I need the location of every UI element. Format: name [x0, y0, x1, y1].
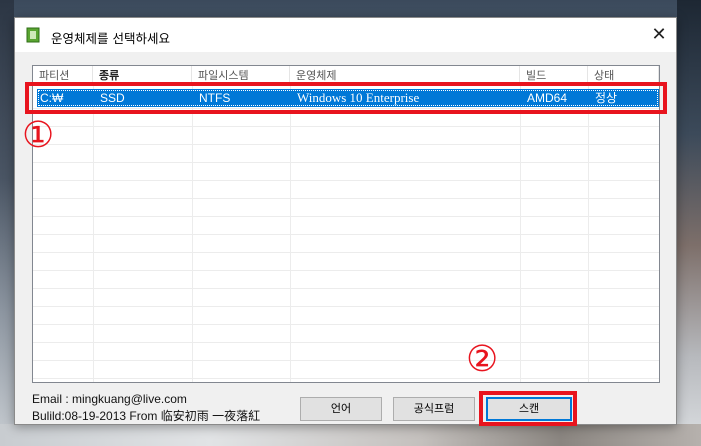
highlight-box-scan-button	[479, 391, 577, 426]
desktop-background-right	[677, 0, 701, 446]
desktop-background-left	[0, 0, 14, 446]
formula-button[interactable]: 공식프럼	[393, 397, 475, 421]
green-window-icon	[26, 27, 40, 43]
dialog-title: 운영체제를 선택하세요	[51, 31, 170, 46]
email-text: Email : mingkuang@live.com	[32, 392, 187, 406]
build-info-text: Bulild:08-19-2013 From 临安初雨 一夜落紅	[32, 409, 261, 423]
highlight-box-selected-row	[25, 82, 667, 114]
marker-1: ①	[22, 115, 55, 156]
close-icon[interactable]: ✕	[645, 22, 673, 48]
marker-2: ②	[466, 339, 499, 380]
title-bar[interactable]: 운영체제를 선택하세요 ✕	[15, 18, 676, 52]
desktop-background-bottom	[0, 424, 701, 446]
list-gridlines	[33, 86, 659, 382]
language-button[interactable]: 언어	[300, 397, 382, 421]
os-select-dialog: 운영체제를 선택하세요 ✕ 파티션 종류 파일시스템 운영체제 빌드 상태 C:…	[14, 17, 677, 425]
